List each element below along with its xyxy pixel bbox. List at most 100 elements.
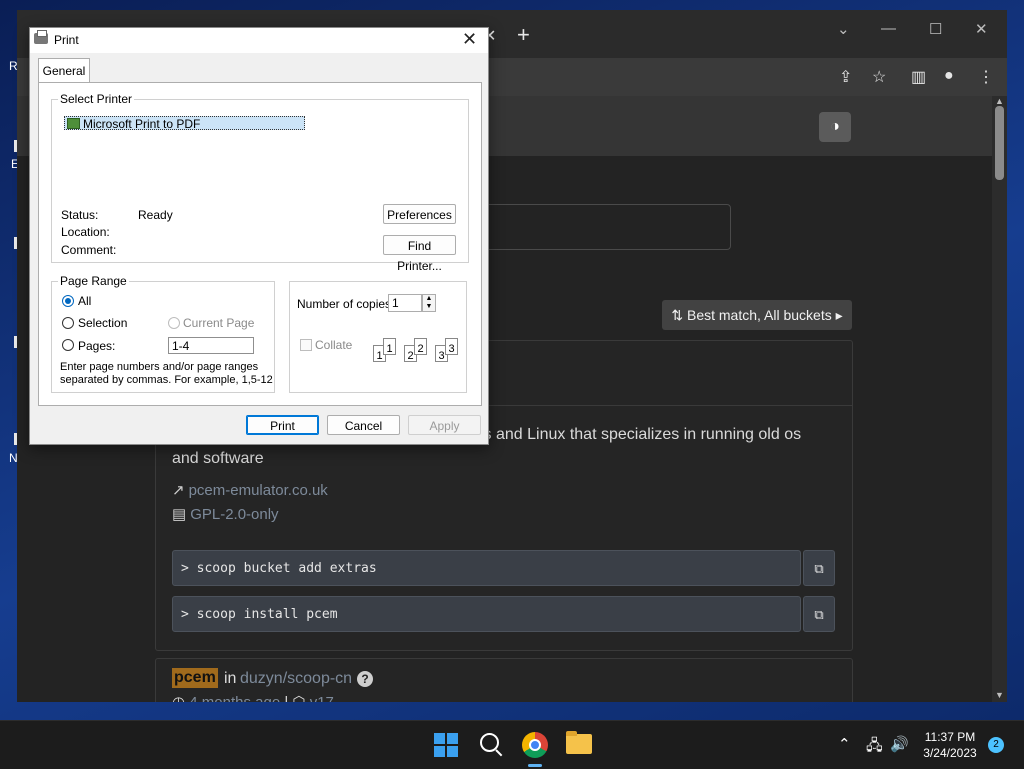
- windows-logo-icon: [447, 746, 458, 757]
- clock[interactable]: 11:37 PM 3/24/2023: [918, 729, 982, 761]
- comment-label: Comment:: [61, 243, 117, 257]
- bucket-link[interactable]: duzyn/scoop-cn: [240, 670, 352, 688]
- bookmark-star-icon[interactable]: ☆: [872, 67, 886, 87]
- printer-item[interactable]: Microsoft Print to PDF: [64, 116, 305, 131]
- external-link-icon: ↗: [172, 482, 185, 499]
- profile-icon[interactable]: ●: [944, 67, 954, 85]
- find-printer-button[interactable]: Find Printer...: [383, 235, 456, 273]
- page-range-group: Page Range All Selection Current Page Pa…: [51, 274, 275, 393]
- pages-hint: Enter page numbers and/or page ranges: [60, 361, 259, 373]
- tab-general[interactable]: General: [38, 58, 90, 83]
- copies-input[interactable]: 1: [388, 294, 422, 312]
- cancel-button[interactable]: Cancel: [327, 415, 400, 435]
- close-icon[interactable]: ✕: [975, 20, 988, 38]
- search-icon[interactable]: [480, 733, 499, 752]
- collate-page-icon: 3: [445, 338, 458, 355]
- scroll-thumb[interactable]: [995, 106, 1004, 180]
- dialog-title-bar: Print ✕: [30, 28, 488, 53]
- radio-selection-label[interactable]: Selection: [78, 316, 127, 330]
- pages-hint: separated by commas. For example, 1,5-12: [60, 374, 273, 386]
- group-label: Select Printer: [58, 92, 135, 106]
- collate-page-icon: 2: [414, 338, 427, 355]
- side-panel-icon[interactable]: ▥: [911, 67, 926, 87]
- prompt-icon: >: [181, 561, 189, 576]
- tab-search-icon[interactable]: ⌄: [837, 20, 850, 38]
- copies-stepper[interactable]: ▲ ▼: [422, 294, 436, 312]
- pdf-printer-icon: [67, 118, 80, 129]
- chrome-icon[interactable]: [522, 732, 548, 758]
- description-line: and software: [172, 450, 264, 467]
- share-icon[interactable]: ⇪: [839, 67, 852, 87]
- version-text: v17: [310, 694, 334, 702]
- windows-logo-icon: [434, 746, 445, 757]
- license-link[interactable]: ▤ GPL-2.0-only: [172, 505, 279, 523]
- result-card: pcem in duzyn/scoop-cn ? ◷ 4 months ago …: [155, 658, 853, 702]
- active-app-indicator: [528, 764, 542, 767]
- license-icon: ▤: [172, 506, 187, 523]
- location-label: Location:: [61, 225, 110, 239]
- radio-pages[interactable]: [62, 339, 74, 351]
- chevron-right-icon: ▸: [835, 307, 843, 323]
- printer-icon: [34, 30, 48, 44]
- help-icon[interactable]: ?: [357, 671, 373, 687]
- radio-all[interactable]: [62, 295, 74, 307]
- copy-button[interactable]: ⧉: [803, 550, 835, 586]
- pages-input[interactable]: 1-4: [168, 337, 254, 354]
- printer-name: Microsoft Print to PDF: [83, 117, 201, 131]
- clock-time: 11:37 PM: [924, 730, 976, 744]
- updated-text: 4 months ago: [189, 694, 280, 702]
- scrollbar[interactable]: ▲ ▼: [992, 96, 1007, 702]
- volume-icon[interactable]: 🔊: [890, 735, 909, 753]
- select-printer-group: Select Printer Microsoft Print to PDF St…: [51, 92, 469, 273]
- homepage-link[interactable]: ↗ pcem-emulator.co.uk: [172, 481, 328, 499]
- command-text: scoop bucket add extras: [196, 561, 377, 576]
- clock-icon: ◷: [172, 694, 185, 702]
- file-explorer-icon[interactable]: [566, 731, 592, 754]
- sort-label: Best match, All buckets: [686, 307, 832, 323]
- copies-label: Number of copies:: [297, 297, 395, 311]
- package-meta: ◷ 4 months ago | ⬡ v17: [172, 693, 334, 702]
- sort-icon: ⇅: [671, 307, 684, 323]
- copy-button[interactable]: ⧉: [803, 596, 835, 632]
- command-block: > scoop install pcem: [172, 596, 801, 632]
- package-name[interactable]: pcem: [172, 668, 218, 688]
- notification-badge[interactable]: 2: [988, 737, 1004, 753]
- radio-pages-label[interactable]: Pages:: [78, 339, 115, 353]
- spin-up-icon[interactable]: ▲: [423, 295, 435, 303]
- printer-list[interactable]: Microsoft Print to PDF: [60, 110, 456, 196]
- prompt-icon: >: [181, 607, 189, 622]
- scroll-down-icon[interactable]: ▼: [995, 690, 1004, 700]
- collate-page-icon: 1: [383, 338, 396, 355]
- collate-label: Collate: [315, 338, 353, 352]
- license-text: GPL-2.0-only: [190, 506, 279, 523]
- theme-toggle-button[interactable]: ◑: [819, 112, 851, 142]
- new-tab-icon[interactable]: +: [517, 22, 530, 48]
- network-icon[interactable]: 🖧: [866, 735, 883, 760]
- status-value: Ready: [138, 208, 173, 222]
- windows-logo-icon: [434, 733, 445, 744]
- radio-selection[interactable]: [62, 317, 74, 329]
- version-icon: ⬡: [292, 694, 305, 702]
- print-button[interactable]: Print: [246, 415, 319, 435]
- radio-all-label[interactable]: All: [78, 294, 91, 308]
- taskbar: ⌃ 🖧 🔊 11:37 PM 3/24/2023 2: [0, 720, 1024, 769]
- apply-button: Apply: [408, 415, 481, 435]
- preferences-button[interactable]: Preferences: [383, 204, 456, 224]
- close-icon[interactable]: ✕: [462, 29, 477, 50]
- scroll-up-icon[interactable]: ▲: [995, 96, 1004, 106]
- sort-button[interactable]: ⇅ Best match, All buckets ▸: [662, 300, 852, 330]
- group-label: Page Range: [58, 274, 129, 288]
- maximize-icon[interactable]: ☐: [929, 20, 942, 38]
- menu-icon[interactable]: ⋮: [978, 67, 994, 87]
- minimize-icon[interactable]: —: [881, 20, 896, 37]
- tray-chevron-icon[interactable]: ⌃: [838, 735, 851, 753]
- start-button[interactable]: [434, 733, 458, 757]
- clock-date: 3/24/2023: [923, 746, 977, 760]
- homepage-text: pcem-emulator.co.uk: [188, 482, 328, 499]
- status-label: Status:: [61, 208, 99, 222]
- radio-current-page: [168, 317, 180, 329]
- windows-logo-icon: [447, 733, 458, 744]
- spin-down-icon[interactable]: ▼: [423, 303, 435, 311]
- print-dialog: Print ✕ General Select Printer Microsoft…: [29, 27, 489, 445]
- dialog-title: Print: [54, 33, 79, 47]
